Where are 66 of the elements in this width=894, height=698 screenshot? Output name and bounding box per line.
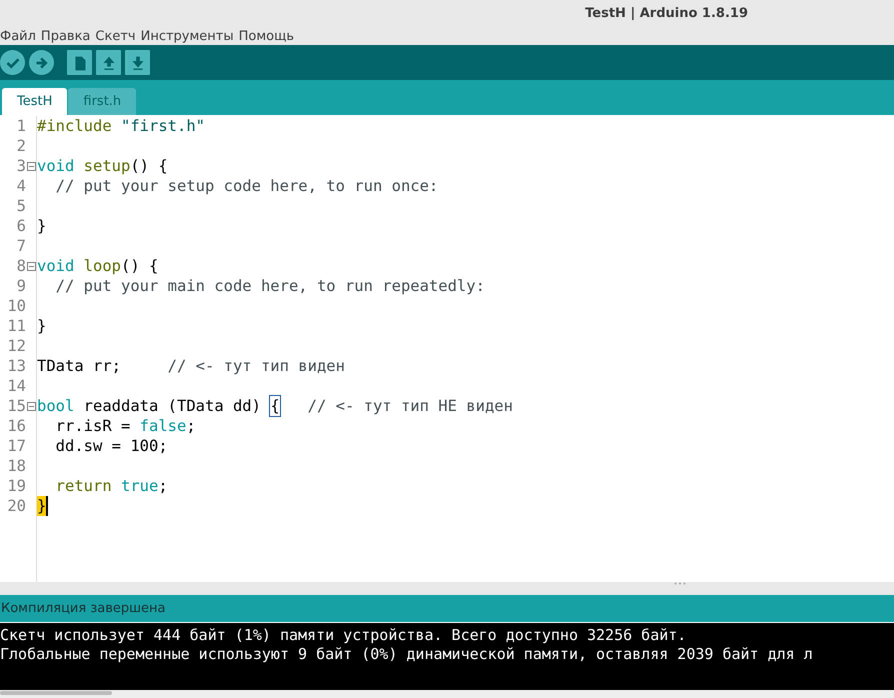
upload-button[interactable] — [29, 50, 54, 75]
code-token: () { — [121, 256, 158, 276]
menu-item[interactable]: Файл — [0, 30, 36, 43]
line-number: 3 — [16, 156, 26, 176]
code-token: true — [121, 476, 158, 496]
code-token: void — [37, 256, 76, 276]
code-token: ; — [186, 416, 196, 436]
line-number: 16 — [7, 416, 26, 436]
code-token: loop — [84, 256, 121, 276]
line-number: 18 — [7, 456, 26, 476]
code-token: } — [37, 216, 46, 236]
code-token: () { — [130, 156, 168, 176]
verify-button[interactable] — [0, 50, 25, 75]
code-comment: // <- тут тип НЕ виден — [306, 396, 513, 416]
open-button[interactable] — [96, 50, 121, 75]
line-number: 15 — [7, 396, 26, 416]
menu-item[interactable]: Инструменты — [140, 30, 234, 43]
fold-icon[interactable] — [27, 262, 36, 270]
line-number: 14 — [7, 376, 26, 396]
line-number: 19 — [7, 476, 26, 496]
code-token: TData rr; — [37, 356, 122, 376]
code-token: return — [54, 476, 113, 496]
code-token: bool — [37, 396, 76, 416]
file-tab[interactable]: TestH — [2, 88, 68, 115]
line-number: 4 — [16, 176, 26, 196]
line-number: 6 — [16, 216, 26, 236]
line-number: 13 — [7, 356, 26, 376]
code-token: "first.h" — [121, 116, 205, 136]
line-number: 2 — [16, 136, 26, 156]
code-token: readdata (TData dd) — [84, 396, 262, 416]
save-button[interactable] — [125, 50, 150, 75]
code-comment: // <- тут тип виден — [168, 356, 345, 376]
grip-icon — [674, 582, 686, 585]
window-title: TestH | Arduino 1.8.19 — [585, 5, 748, 24]
console-line: Скетч использует 444 байт (1%) памяти устройства. Всего доступно 32256 байт. — [0, 626, 688, 645]
line-number: 11 — [7, 316, 26, 336]
new-button[interactable] — [67, 50, 92, 75]
line-number: 8 — [16, 256, 26, 276]
fold-icon[interactable] — [27, 402, 36, 410]
code-token: ; — [158, 476, 168, 496]
line-number: 9 — [16, 276, 26, 296]
code-token: dd.sw = 100; — [54, 436, 168, 456]
menu-item[interactable]: Помощь — [238, 30, 294, 43]
code-token: setup — [84, 156, 130, 176]
fold-icon[interactable] — [27, 162, 36, 170]
matched-bracket: } — [37, 496, 48, 516]
code-token: #include — [37, 116, 113, 136]
code-comment: // put your setup code here, to run once: — [54, 176, 438, 196]
line-number: 12 — [7, 336, 26, 356]
status-text: Компиляция завершена — [1, 600, 166, 618]
code-token: void — [37, 156, 76, 176]
code-comment: // put your main code here, to run repeatedly: — [54, 276, 485, 296]
code-token: false — [140, 416, 186, 436]
line-number: 5 — [16, 196, 26, 216]
console-line: Глобальные переменные используют 9 байт (0%) динамической памяти, оставляя 2039 байт для л — [0, 645, 814, 664]
line-number: 17 — [7, 436, 26, 456]
code-token: rr.isR = — [54, 416, 132, 436]
code-token: } — [37, 316, 46, 336]
scrollbar-thumb[interactable] — [0, 691, 112, 695]
line-number: 7 — [16, 236, 26, 256]
line-number: 1 — [16, 116, 26, 136]
menu-item[interactable]: Правка — [40, 30, 90, 43]
line-number: 20 — [7, 496, 26, 516]
matched-bracket: { — [270, 396, 280, 416]
line-number: 10 — [7, 296, 26, 316]
menu-item[interactable]: Скетч — [95, 30, 136, 43]
